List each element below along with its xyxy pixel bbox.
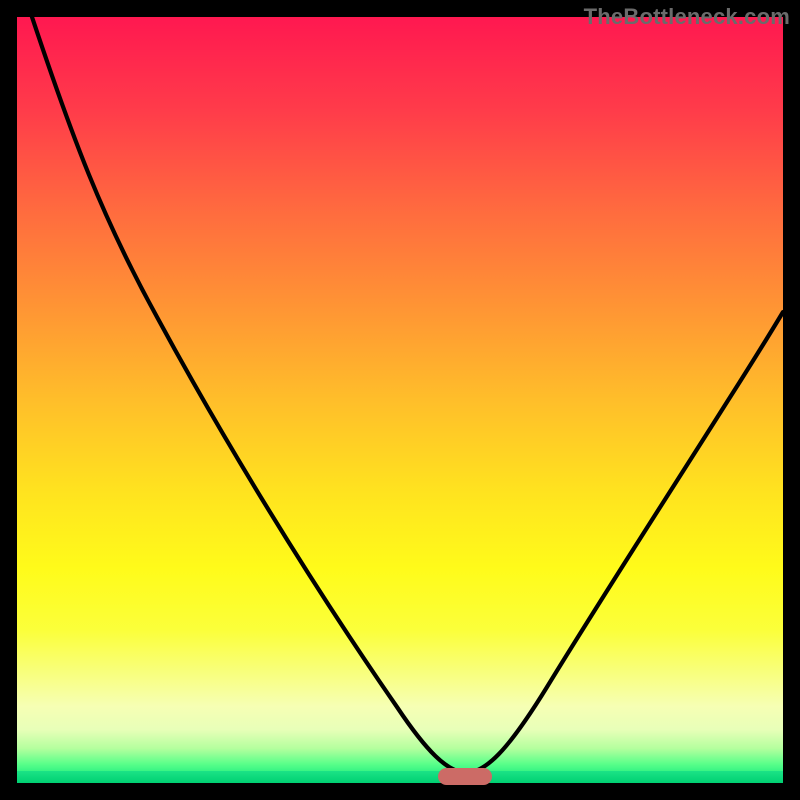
background-gradient (17, 17, 783, 783)
chart-stage: TheBottleneck.com (0, 0, 800, 800)
watermark-text: TheBottleneck.com (584, 4, 790, 30)
plot-area (17, 17, 783, 783)
